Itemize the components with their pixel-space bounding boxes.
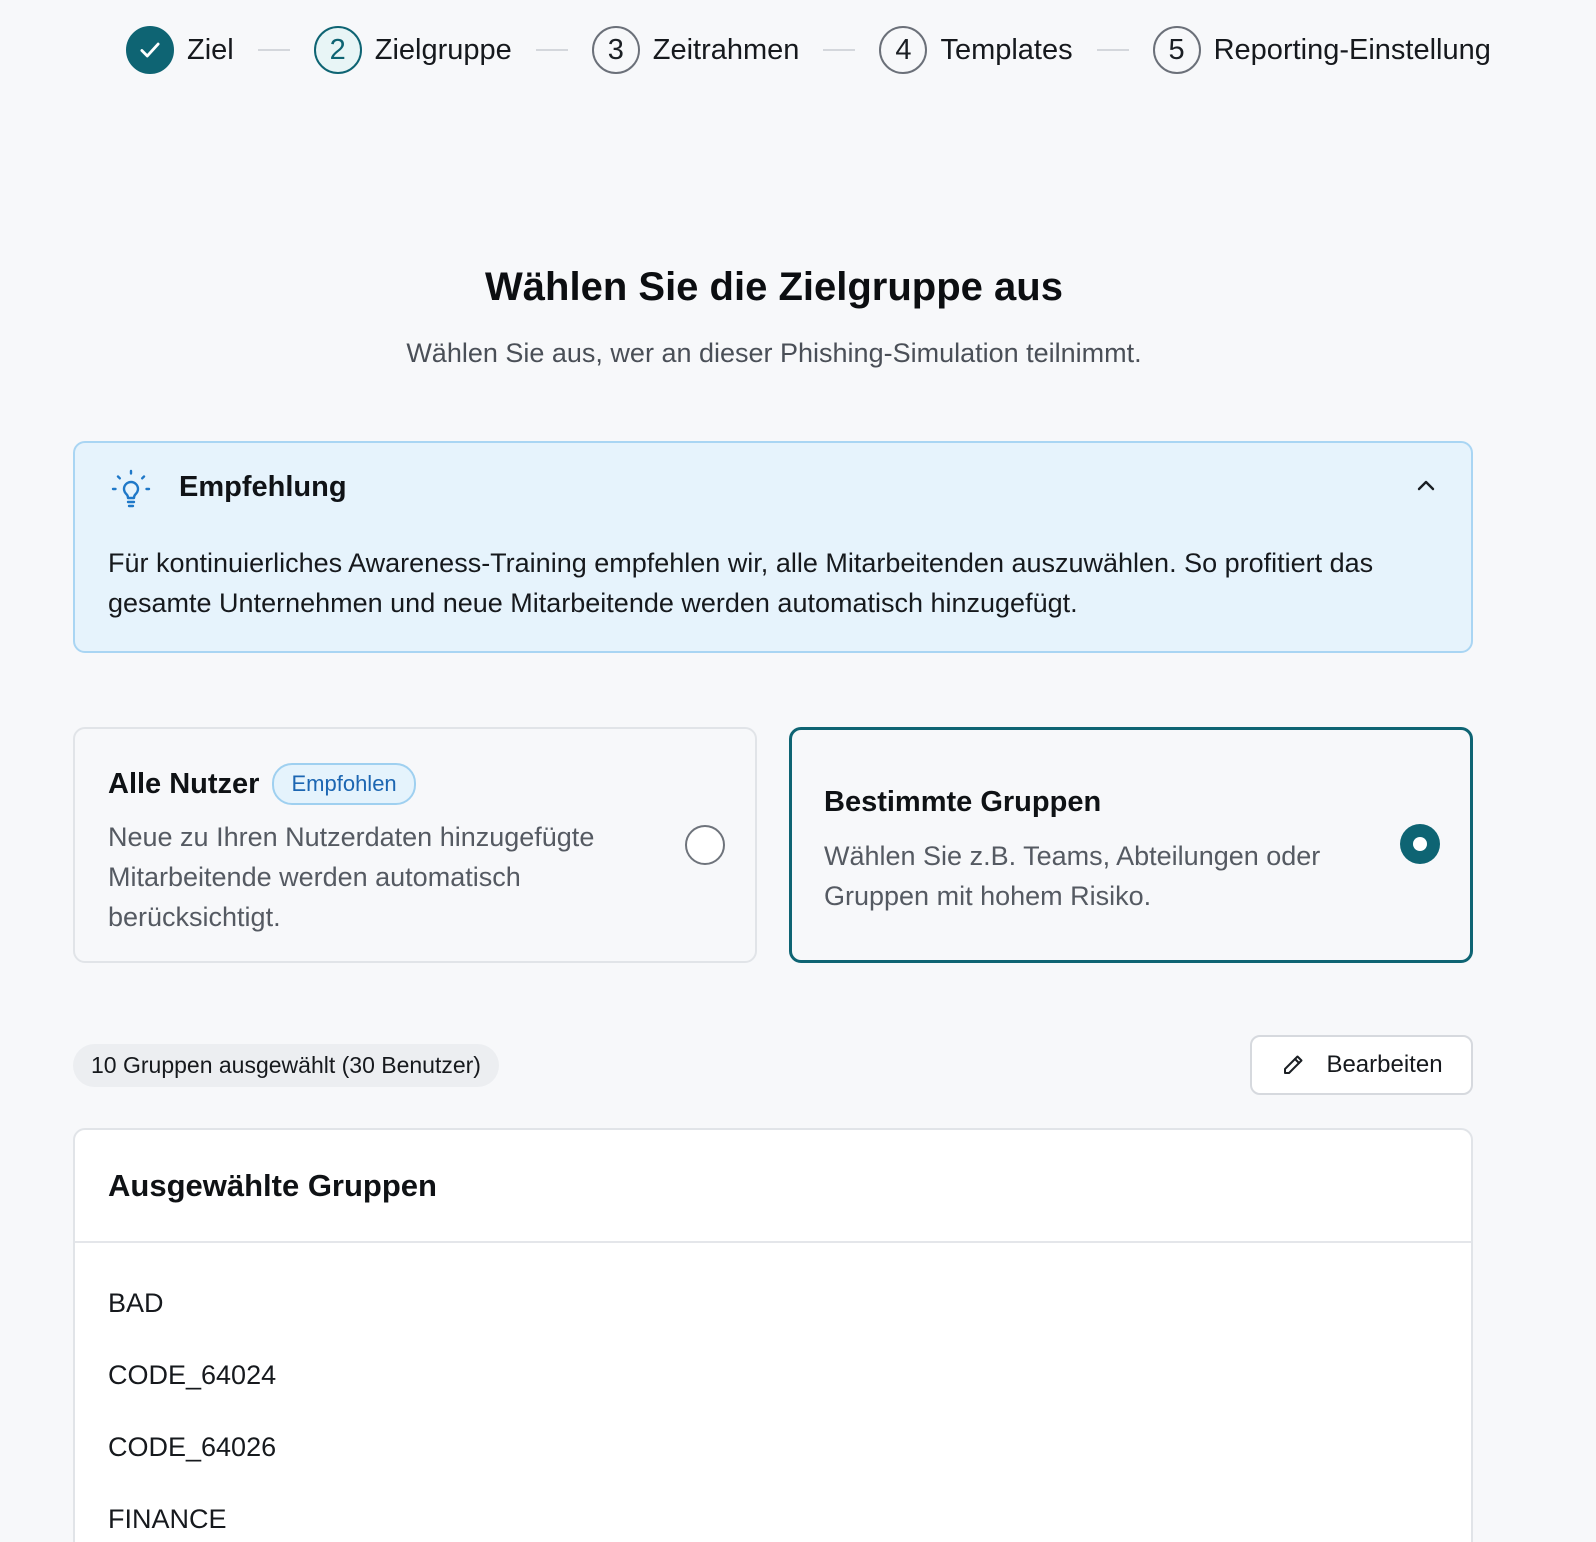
option-description: Wählen Sie z.B. Teams, Abteilungen oder … xyxy=(824,841,1321,911)
card-title-row: Bestimmte Gruppen xyxy=(824,786,1101,819)
step-separator xyxy=(1096,49,1129,51)
option-title: Bestimmte Gruppen xyxy=(824,786,1102,818)
page-subtitle: Wählen Sie aus, wer an dieser Phishing-S… xyxy=(406,338,1142,368)
page-title: Wählen Sie die Zielgruppe aus xyxy=(485,265,1063,309)
check-icon xyxy=(126,26,174,74)
list-item: CODE_64024 xyxy=(108,1359,277,1390)
chevron-up-icon[interactable] xyxy=(1411,471,1441,501)
lightbulb-icon xyxy=(111,469,151,508)
step-separator xyxy=(823,49,856,51)
step-label: Zeitrahmen xyxy=(652,33,800,66)
group-list: BAD CODE_64024 CODE_64026 FINANCE xyxy=(75,1243,1471,1542)
step-separator xyxy=(535,49,568,51)
recommended-badge: Empfohlen xyxy=(272,763,416,805)
radio-all-users[interactable] xyxy=(685,825,725,865)
radio-specific-groups[interactable] xyxy=(1400,824,1440,864)
page: Ziel 2 Zielgruppe 3 Zeitrahmen 4 Templat… xyxy=(0,0,1596,1542)
step-number: 5 xyxy=(1152,26,1201,74)
step-label: Templates xyxy=(940,33,1073,66)
panel-header: Ausgewählte Gruppen xyxy=(75,1130,1471,1243)
step-label: Ziel xyxy=(187,33,234,66)
card-title-row: Alle Nutzer Empfohlen xyxy=(108,763,416,805)
wizard-stepper: Ziel 2 Zielgruppe 3 Zeitrahmen 4 Templat… xyxy=(126,26,1491,74)
option-specific-groups[interactable]: Bestimmte Gruppen Wählen Sie z.B. Teams,… xyxy=(789,727,1473,963)
step-zielgruppe[interactable]: 2 Zielgruppe xyxy=(313,26,512,74)
step-number: 4 xyxy=(879,26,928,74)
step-zeitrahmen[interactable]: 3 Zeitrahmen xyxy=(591,26,800,74)
step-templates[interactable]: 4 Templates xyxy=(879,26,1073,74)
list-item: BAD xyxy=(108,1287,164,1318)
edit-button[interactable]: Bearbeiten xyxy=(1250,1035,1473,1095)
selection-summary: 10 Gruppen ausgewählt (30 Benutzer) xyxy=(73,1044,499,1087)
step-ziel[interactable]: Ziel xyxy=(126,26,234,74)
panel-title: Ausgewählte Gruppen xyxy=(108,1167,437,1203)
pencil-icon xyxy=(1284,1055,1303,1074)
recommendation-box: Empfehlung Für kontinuierliches Awarenes… xyxy=(73,441,1473,653)
step-number: 2 xyxy=(313,26,362,74)
edit-button-label: Bearbeiten xyxy=(1326,1051,1443,1078)
option-description: Neue zu Ihren Nutzerdaten hinzugefügte M… xyxy=(108,822,595,932)
option-all-users[interactable]: Alle Nutzer Empfohlen Neue zu Ihren Nutz… xyxy=(73,727,757,963)
recommendation-title: Empfehlung xyxy=(179,471,347,503)
step-label: Zielgruppe xyxy=(374,33,512,66)
selected-groups-panel: Ausgewählte Gruppen BAD CODE_64024 CODE_… xyxy=(73,1128,1473,1542)
step-number: 3 xyxy=(591,26,640,74)
option-title: Alle Nutzer xyxy=(108,767,260,800)
step-separator xyxy=(257,49,290,51)
list-item: CODE_64026 xyxy=(108,1431,277,1462)
list-item: FINANCE xyxy=(108,1503,227,1534)
recommendation-text: Für kontinuierliches Awareness-Training … xyxy=(108,548,1374,618)
step-label: Reporting-Einstellung xyxy=(1213,33,1491,66)
step-reporting[interactable]: 5 Reporting-Einstellung xyxy=(1152,26,1491,74)
